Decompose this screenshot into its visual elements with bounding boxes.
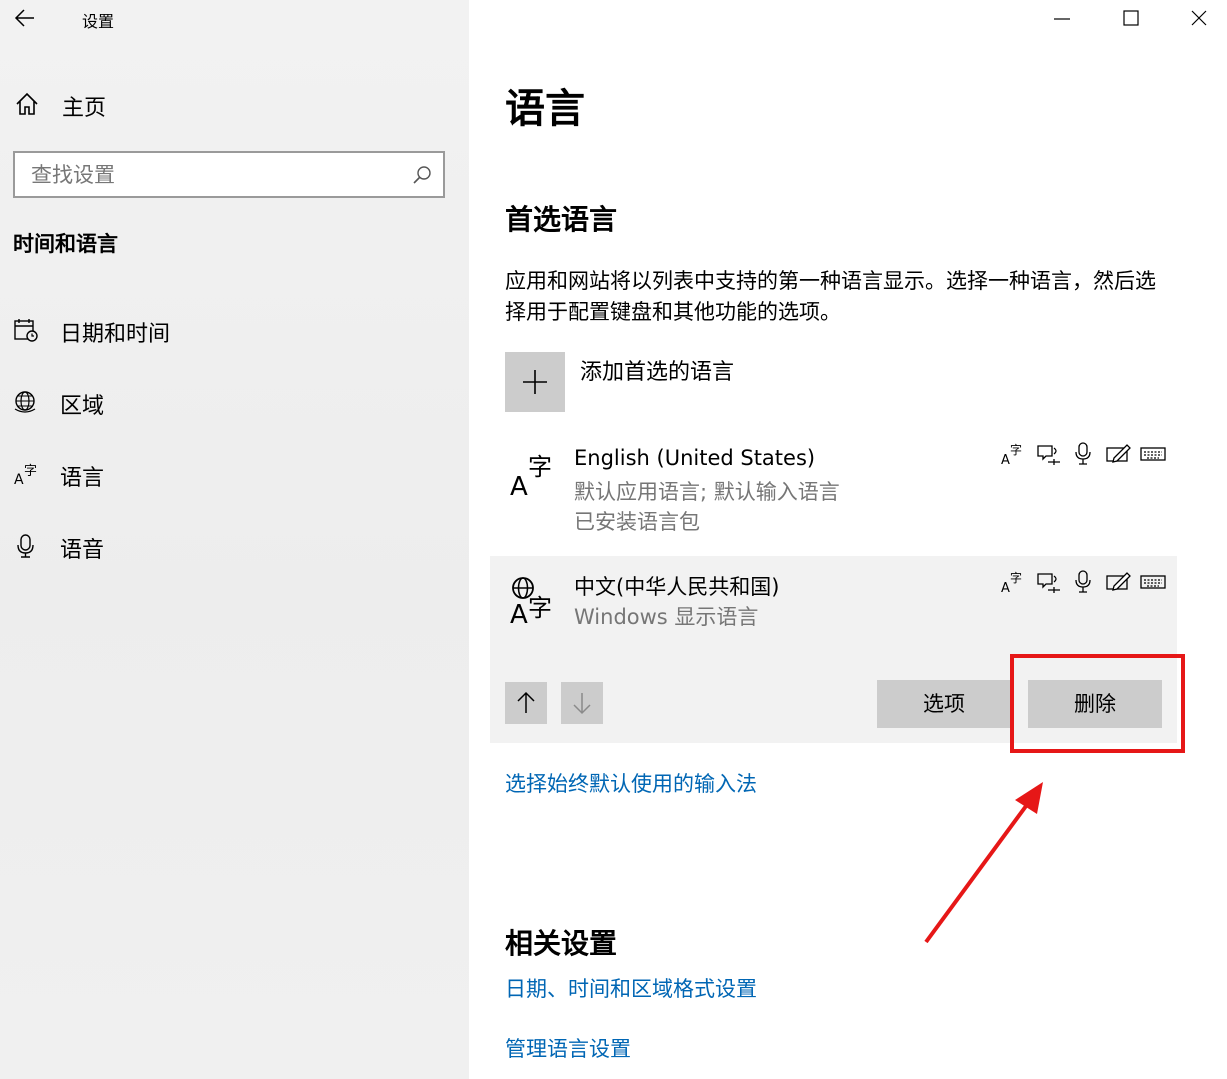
feature-icons: A字 xyxy=(1000,442,1167,468)
plus-button[interactable] xyxy=(505,352,565,412)
sidebar: 设置 主页 时间和语言 日期和时间 区域 xyxy=(0,0,469,1079)
sidebar-item-label: 语音 xyxy=(60,538,105,563)
arrow-up-icon xyxy=(517,691,535,713)
page-title: 语言 xyxy=(505,86,585,132)
language-a-zi-icon: A 字 xyxy=(510,453,552,498)
language-pack-icon: A字 xyxy=(1000,442,1027,468)
svg-text:字: 字 xyxy=(1010,442,1022,457)
svg-text:A: A xyxy=(510,600,528,624)
description-text: 应用和网站将以列表中支持的第一种语言显示。选择一种语言，然后选择用于配置键盘和其… xyxy=(505,269,1156,324)
svg-text:A: A xyxy=(510,472,528,498)
text-to-speech-icon xyxy=(1035,442,1062,466)
svg-text:A: A xyxy=(1001,453,1010,466)
text-to-speech-icon xyxy=(1035,570,1062,594)
language-name: 中文(中华人民共和国) xyxy=(574,575,780,599)
svg-text:字: 字 xyxy=(24,464,37,479)
move-down-button[interactable] xyxy=(561,682,603,724)
sidebar-item-label: 语言 xyxy=(60,466,105,491)
language-icon: A 字 xyxy=(14,464,37,487)
speech-recognition-icon xyxy=(1070,570,1097,594)
region-format-link[interactable]: 日期、时间和区域格式设置 xyxy=(505,973,757,1003)
sidebar-item-label: 主页 xyxy=(62,96,107,121)
search-input[interactable] xyxy=(15,153,395,196)
title-bar: 设置 xyxy=(0,0,469,38)
language-pack-icon: A字 xyxy=(1000,570,1027,596)
move-up-button[interactable] xyxy=(505,682,547,724)
sidebar-item-language[interactable]: A 字 语言 xyxy=(0,453,469,497)
main-content: 语言 首选语言 应用和网站将以列表中支持的第一种语言显示。选择一种语言，然后选择… xyxy=(469,0,1227,1079)
feature-icons: A字 xyxy=(1000,570,1167,596)
maximize-button[interactable] xyxy=(1111,2,1151,34)
search-box xyxy=(13,151,445,198)
sidebar-item-date-time[interactable]: 日期和时间 xyxy=(0,309,469,353)
close-icon xyxy=(1191,10,1207,26)
svg-text:字: 字 xyxy=(528,594,552,622)
arrow-down-icon xyxy=(573,693,591,715)
home-icon xyxy=(16,92,38,115)
plus-icon xyxy=(523,370,547,394)
language-pack-status: 已安装语言包 xyxy=(574,510,700,534)
svg-text:字: 字 xyxy=(528,453,552,481)
search-icon[interactable] xyxy=(411,164,433,186)
maximize-icon xyxy=(1123,10,1139,26)
sidebar-item-region[interactable]: 区域 xyxy=(0,381,469,425)
section-title: 时间和语言 xyxy=(13,232,118,256)
language-status: 默认应用语言; 默认输入语言 xyxy=(574,480,840,504)
language-status: Windows 显示语言 xyxy=(574,605,759,629)
back-arrow-icon xyxy=(14,9,34,27)
related-settings-heading: 相关设置 xyxy=(505,927,618,960)
sidebar-item-label: 区域 xyxy=(60,394,105,419)
speech-recognition-icon xyxy=(1070,442,1097,466)
sidebar-item-speech[interactable]: 语音 xyxy=(0,525,469,569)
svg-text:A: A xyxy=(14,472,24,487)
display-language-globe-icon: A 字 xyxy=(510,577,552,624)
highlight-box xyxy=(1010,654,1185,753)
annotation-arrow xyxy=(924,782,1043,944)
svg-text:A: A xyxy=(1001,581,1010,594)
sidebar-item-label: 日期和时间 xyxy=(60,322,171,347)
handwriting-icon xyxy=(1105,442,1132,466)
minimize-button[interactable] xyxy=(1042,2,1082,34)
language-item-english[interactable]: A 字 English (United States) 默认应用语言; 默认输入… xyxy=(490,436,1177,546)
keyboard-icon xyxy=(1140,442,1167,466)
close-button[interactable] xyxy=(1180,2,1220,34)
sidebar-item-home[interactable]: 主页 xyxy=(0,84,469,124)
app-title: 设置 xyxy=(82,12,115,31)
back-button[interactable] xyxy=(12,6,40,30)
preferred-language-heading: 首选语言 xyxy=(505,203,618,236)
keyboard-icon xyxy=(1140,570,1167,594)
manage-language-link[interactable]: 管理语言设置 xyxy=(505,1033,631,1063)
minimize-icon xyxy=(1054,18,1070,20)
options-button[interactable]: 选项 xyxy=(877,680,1011,728)
input-method-link[interactable]: 选择始终默认使用的输入法 xyxy=(505,768,757,798)
handwriting-icon xyxy=(1105,570,1132,594)
svg-text:字: 字 xyxy=(1010,570,1022,585)
language-name: English (United States) xyxy=(574,446,816,470)
calendar-clock-icon xyxy=(14,319,38,342)
microphone-icon xyxy=(17,534,34,558)
globe-region-icon xyxy=(14,391,36,413)
add-language-label: 添加首选的语言 xyxy=(580,360,735,385)
add-language-button[interactable]: 添加首选的语言 xyxy=(505,352,905,414)
